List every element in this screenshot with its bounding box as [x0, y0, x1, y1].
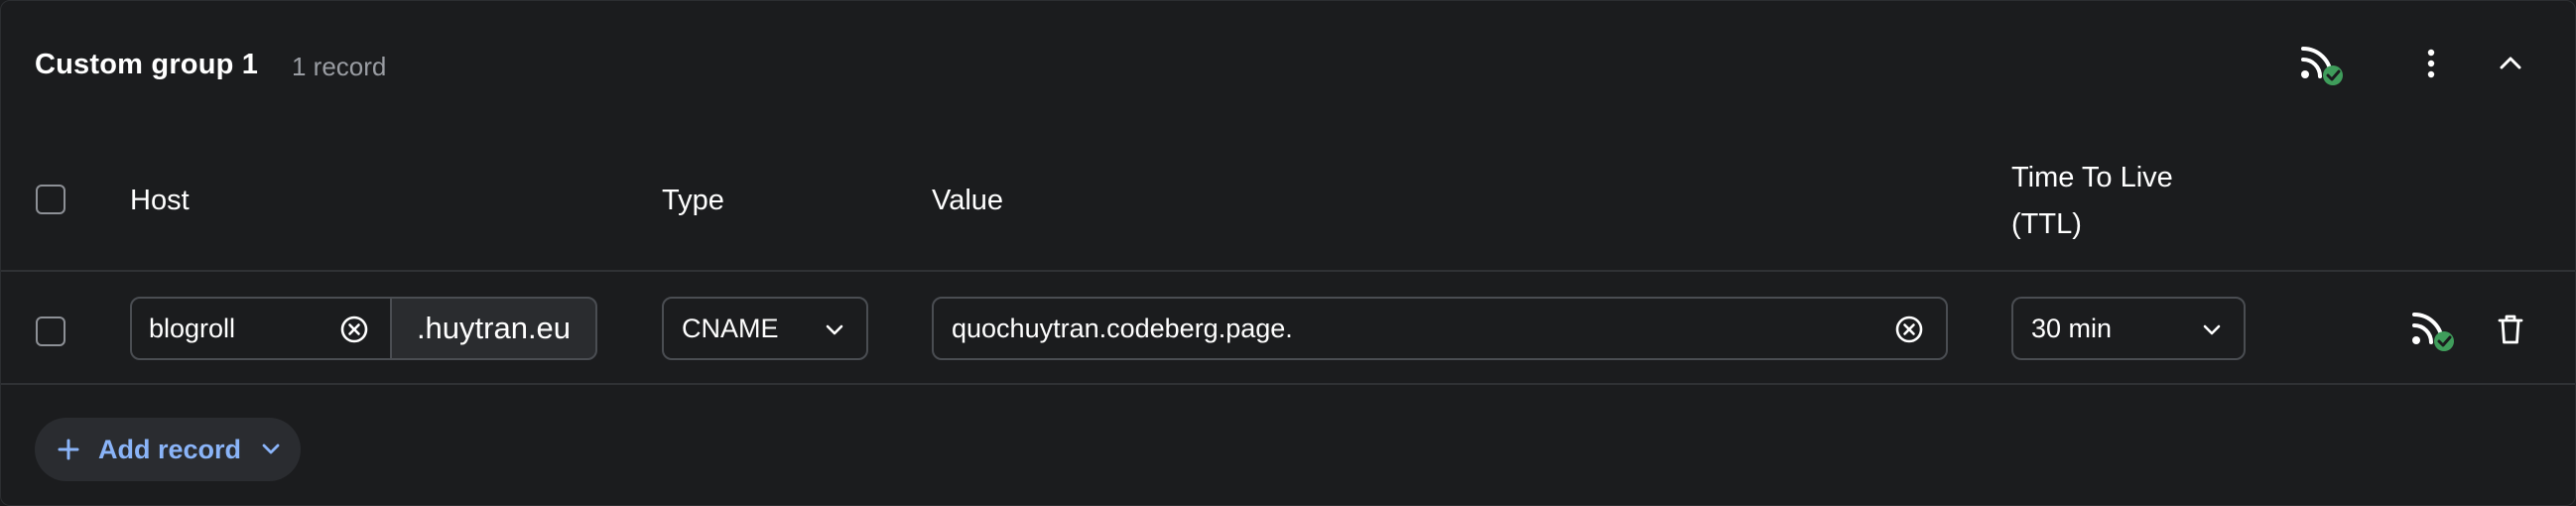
record-status-button[interactable]	[2406, 305, 2460, 354]
type-column-header: Type	[662, 185, 724, 216]
group-status-button[interactable]	[2295, 39, 2349, 88]
trash-icon	[2498, 315, 2523, 344]
rss-check-icon	[2301, 47, 2343, 85]
delete-record-button[interactable]	[2494, 311, 2527, 348]
value-column-header: Value	[932, 185, 1004, 216]
domain-suffix: .huytran.eu	[390, 297, 597, 360]
ttl-column-header-line1: Time To Live	[2011, 162, 2173, 193]
type-select[interactable]: CNAME	[662, 297, 868, 360]
chevron-down-icon	[262, 443, 280, 454]
header-divider	[1, 270, 2575, 272]
clear-value-button[interactable]	[1891, 313, 1927, 346]
clear-circle-icon	[340, 316, 368, 343]
ttl-column-header-line2: (TTL)	[2011, 208, 2082, 240]
select-all-checkbox[interactable]	[36, 185, 65, 214]
collapse-group-button[interactable]	[2494, 45, 2527, 80]
value-input[interactable]: quochuytran.codeberg.page.	[932, 297, 1948, 360]
chevron-down-icon	[826, 324, 843, 335]
more-options-button[interactable]	[2415, 43, 2447, 84]
custom-group-card: Custom group 1 1 record Host Type Value …	[0, 0, 2576, 506]
clear-host-button[interactable]	[336, 313, 372, 346]
ttl-select-value: 30 min	[2031, 313, 2113, 343]
group-title: Custom group 1	[35, 49, 259, 80]
row-divider	[1, 383, 2575, 385]
type-select-value: CNAME	[682, 313, 779, 343]
add-record-label: Add record	[98, 434, 242, 464]
add-record-button[interactable]: Add record	[35, 418, 301, 481]
chevron-down-icon	[2203, 324, 2221, 335]
record-count: 1 record	[292, 52, 387, 81]
value-input-text: quochuytran.codeberg.page.	[952, 313, 1293, 343]
more-vert-icon	[2427, 49, 2435, 78]
host-input-value: blogroll	[149, 313, 236, 343]
ttl-select[interactable]: 30 min	[2011, 297, 2246, 360]
row-select-checkbox[interactable]	[36, 316, 65, 346]
chevron-up-icon	[2500, 57, 2521, 69]
clear-circle-icon	[1895, 316, 1923, 343]
rss-check-icon	[2412, 313, 2454, 351]
host-column-header: Host	[130, 185, 190, 216]
plus-icon	[58, 439, 79, 460]
